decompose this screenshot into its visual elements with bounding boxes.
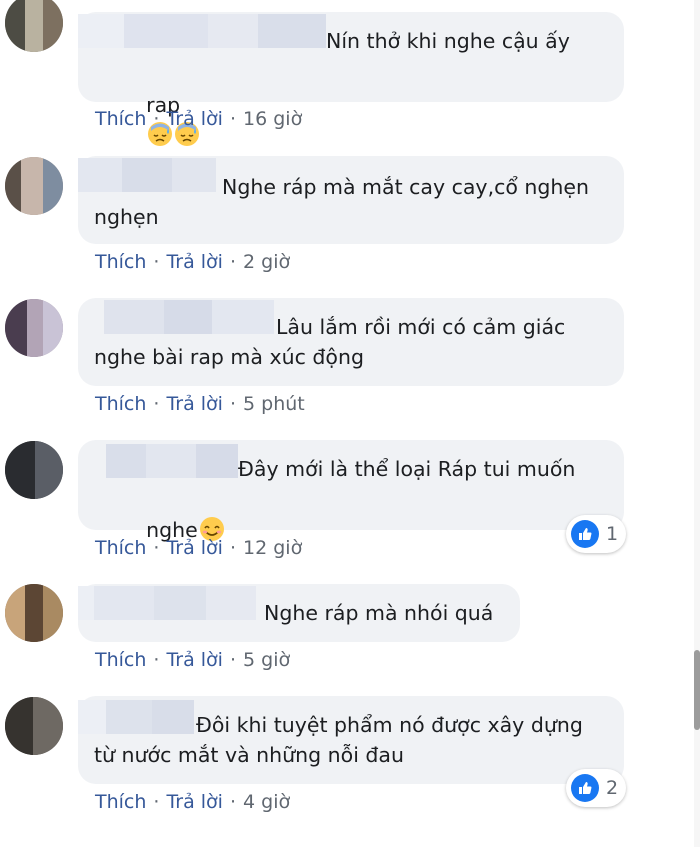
- comment-actions: Thích · Trả lời · 5 phút: [95, 393, 305, 415]
- redacted-author-name: [78, 586, 256, 620]
- comment-list: Nín thở khi nghe cậu ấy rap Thích · Trả …: [0, 0, 700, 847]
- comment-text-line2: nghe: [94, 485, 225, 575]
- reaction-badge[interactable]: 1: [566, 515, 627, 553]
- redacted-author-name: [78, 158, 216, 192]
- comment-text: Nghe ráp mà mắt cay cay,cổ nghẹn: [222, 175, 590, 199]
- like-icon: [571, 774, 599, 802]
- like-link[interactable]: Thích: [95, 649, 146, 671]
- redacted-author-name: [104, 300, 274, 334]
- reaction-badge[interactable]: 2: [566, 769, 627, 807]
- reaction-count: 1: [606, 523, 619, 545]
- comment-timestamp[interactable]: 4 giờ: [243, 791, 290, 813]
- comment-timestamp[interactable]: 5 giờ: [243, 649, 290, 671]
- comment-text-line2: nghẹn: [94, 205, 159, 229]
- scrollbar-track[interactable]: [694, 0, 700, 847]
- like-link[interactable]: Thích: [95, 393, 146, 415]
- comment-timestamp[interactable]: 16 giờ: [243, 108, 302, 130]
- comment-timestamp[interactable]: 5 phút: [243, 393, 305, 415]
- comment-bubble: Đây mới là thể loại Ráp tui muốn nghe: [78, 440, 624, 542]
- redacted-author-name: [78, 14, 326, 48]
- comment-actions: Thích · Trả lời · 12 giờ: [95, 537, 303, 559]
- comment-bubble: Đôi khi tuyệt phẩm nó được xây dựng từ n…: [78, 696, 624, 784]
- reply-link[interactable]: Trả lời: [166, 108, 223, 130]
- comment-actions: Thích · Trả lời · 5 giờ: [95, 649, 291, 671]
- reaction-count: 2: [606, 777, 619, 799]
- like-link[interactable]: Thích: [95, 791, 146, 813]
- comment-text: Đây mới là thể loại Ráp tui muốn: [238, 457, 576, 481]
- comment-timestamp[interactable]: 2 giờ: [243, 251, 290, 273]
- comment-actions: Thích · Trả lời · 16 giờ: [95, 108, 303, 130]
- comment-bubble: Nín thở khi nghe cậu ấy rap: [78, 12, 624, 146]
- comment-text: Lâu lắm rồi mới có cảm giác: [276, 315, 566, 339]
- reply-link[interactable]: Trả lời: [166, 251, 223, 273]
- comment-actions: Thích · Trả lời · 4 giờ: [95, 791, 291, 813]
- avatar[interactable]: [5, 299, 63, 357]
- reply-link[interactable]: Trả lời: [166, 649, 223, 671]
- comment-text-line2: từ nước mắt và những nỗi đau: [94, 743, 404, 767]
- avatar[interactable]: [5, 0, 63, 52]
- comment-text: Nín thở khi nghe cậu ấy: [326, 29, 570, 53]
- comment-timestamp[interactable]: 12 giờ: [243, 537, 302, 559]
- like-link[interactable]: Thích: [95, 251, 146, 273]
- avatar[interactable]: [5, 697, 63, 755]
- reply-link[interactable]: Trả lời: [166, 791, 223, 813]
- reply-link[interactable]: Trả lời: [166, 537, 223, 559]
- comment-bubble: Nghe ráp mà nhói quá: [78, 584, 520, 642]
- scrollbar-thumb[interactable]: [694, 650, 700, 730]
- like-link[interactable]: Thích: [95, 108, 146, 130]
- redacted-author-name: [78, 700, 194, 734]
- reply-link[interactable]: Trả lời: [166, 393, 223, 415]
- like-icon: [571, 520, 599, 548]
- comment-text-line2: nghe bài rap mà xúc động: [94, 345, 364, 369]
- comment-bubble: Lâu lắm rồi mới có cảm giác nghe bài rap…: [78, 298, 624, 386]
- comment-actions: Thích · Trả lời · 2 giờ: [95, 251, 291, 273]
- like-link[interactable]: Thích: [95, 537, 146, 559]
- avatar[interactable]: [5, 584, 63, 642]
- avatar[interactable]: [5, 157, 63, 215]
- comment-bubble: Nghe ráp mà mắt cay cay,cổ nghẹn nghẹn: [78, 156, 624, 244]
- avatar[interactable]: [5, 441, 63, 499]
- comment-text: Nghe ráp mà nhói quá: [264, 601, 494, 625]
- redacted-author-name: [106, 444, 238, 478]
- comment-text: Đôi khi tuyệt phẩm nó được xây dựng: [196, 713, 583, 737]
